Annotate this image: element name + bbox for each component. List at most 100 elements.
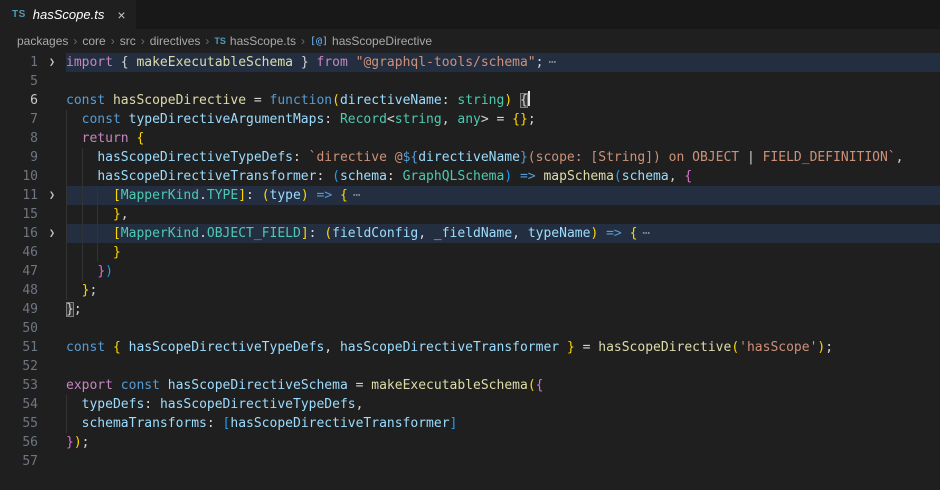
code-line: 5 <box>0 72 940 91</box>
line-number[interactable]: 10 <box>0 167 38 186</box>
symbol-variable-icon: [@] <box>310 36 328 47</box>
line-number[interactable]: 1 <box>0 53 38 72</box>
code-line: 1❯import { makeExecutableSchema } from "… <box>0 53 940 72</box>
line-number[interactable]: 50 <box>0 319 38 338</box>
code-line-content[interactable]: } <box>66 243 940 262</box>
code-token: } <box>113 245 121 260</box>
line-number[interactable]: 15 <box>0 205 38 224</box>
breadcrumb-item-src[interactable]: src <box>120 34 136 48</box>
code-line-content[interactable] <box>66 357 940 376</box>
code-token: ) <box>105 264 113 279</box>
code-token: ( <box>332 93 340 108</box>
code-token: (scope: [String]) on OBJECT <box>528 150 747 165</box>
code-line-content[interactable]: [MapperKind.TYPE]: (type) => {⋯ <box>66 186 940 205</box>
gutter-spacer <box>38 433 66 452</box>
breadcrumb-label: hasScopeDirective <box>332 34 432 48</box>
code-line-content[interactable]: }) <box>66 262 940 281</box>
line-number[interactable]: 57 <box>0 452 38 471</box>
breadcrumb-item-directives[interactable]: directives <box>150 34 201 48</box>
code-token: ; <box>536 55 544 70</box>
code-line-content[interactable]: }); <box>66 433 940 452</box>
code-token: , <box>896 150 904 165</box>
code-line: 6 const hasScopeDirective = function(dire… <box>0 91 940 110</box>
line-number[interactable]: 46 <box>0 243 38 262</box>
code-line-content[interactable] <box>66 319 940 338</box>
fold-chevron-icon[interactable]: ❯ <box>38 224 66 243</box>
breadcrumb-item-hasscopedirective[interactable]: [@] hasScopeDirective <box>310 34 432 48</box>
breadcrumb-item-packages[interactable]: packages <box>17 34 68 48</box>
code-line-content[interactable]: }; <box>66 281 940 300</box>
line-number[interactable]: 55 <box>0 414 38 433</box>
code-line: 50 <box>0 319 940 338</box>
code-token: hasScopeDirectiveTransformer <box>340 340 559 355</box>
breadcrumb-item-hasscope-ts[interactable]: TShasScope.ts <box>214 34 296 48</box>
code-line-content[interactable] <box>66 72 940 91</box>
code-token: schema <box>340 169 387 184</box>
code-line-content[interactable]: }, <box>66 205 940 224</box>
fold-chevron-icon[interactable]: ❯ <box>38 186 66 205</box>
indent-guide <box>97 186 98 205</box>
code-line-content[interactable]: const hasScopeDirective = function(direc… <box>66 91 940 110</box>
line-number[interactable]: 53 <box>0 376 38 395</box>
code-line-content[interactable] <box>66 452 940 471</box>
code-line-content[interactable]: schemaTransforms: [hasScopeDirectiveTran… <box>66 414 940 433</box>
tab-close-icon[interactable]: × <box>117 8 125 22</box>
line-number[interactable]: 8 <box>0 129 38 148</box>
code-line-content[interactable]: const { hasScopeDirectiveTypeDefs, hasSc… <box>66 338 940 357</box>
code-token: 'hasScope' <box>739 340 817 355</box>
code-token: ( <box>324 226 332 241</box>
code-token: ; <box>528 112 536 127</box>
indent-guide <box>66 205 67 224</box>
line-number[interactable]: 51 <box>0 338 38 357</box>
folded-code-ellipsis[interactable]: ⋯ <box>548 55 556 70</box>
code-line: 8 return { <box>0 129 940 148</box>
code-line-content[interactable]: }; <box>66 300 940 319</box>
line-number[interactable]: 9 <box>0 148 38 167</box>
line-number[interactable]: 56 <box>0 433 38 452</box>
line-number[interactable]: 49 <box>0 300 38 319</box>
code-token: directiveName <box>418 150 520 165</box>
indent-guide <box>66 224 67 243</box>
code-line-content[interactable]: typeDefs: hasScopeDirectiveTypeDefs, <box>66 395 940 414</box>
line-number[interactable]: 54 <box>0 395 38 414</box>
code-token <box>66 131 82 146</box>
code-line-content[interactable]: hasScopeDirectiveTransformer: (schema: G… <box>66 167 940 186</box>
indent-guide <box>82 186 83 205</box>
code-token: function <box>270 93 333 108</box>
code-token: { <box>136 131 144 146</box>
folded-code-ellipsis[interactable]: ⋯ <box>642 226 650 241</box>
breadcrumb-item-core[interactable]: core <box>82 34 105 48</box>
code-line-content[interactable]: export const hasScopeDirectiveSchema = m… <box>66 376 940 395</box>
code-line-content[interactable]: const typeDirectiveArgumentMaps: Record<… <box>66 110 940 129</box>
code-token: ] <box>301 226 309 241</box>
indent-guide <box>82 167 83 186</box>
vscode-window: TS hasScope.ts × packages›core›src›direc… <box>0 0 940 490</box>
text-cursor <box>528 91 530 106</box>
tab-hasscope-ts[interactable]: TS hasScope.ts × <box>0 0 136 29</box>
line-number[interactable]: 7 <box>0 110 38 129</box>
line-number[interactable]: 6 <box>0 91 38 110</box>
line-number[interactable]: 47 <box>0 262 38 281</box>
code-token: } <box>97 264 105 279</box>
code-line-content[interactable]: return { <box>66 129 940 148</box>
typescript-file-icon: TS <box>214 36 226 46</box>
code-token: {} <box>512 112 528 127</box>
code-line-content[interactable]: hasScopeDirectiveTypeDefs: `directive @$… <box>66 148 940 167</box>
code-token: } <box>520 150 528 165</box>
code-token: hasScopeDirectiveTypeDefs <box>97 150 293 165</box>
line-number[interactable]: 5 <box>0 72 38 91</box>
line-number[interactable]: 16 <box>0 224 38 243</box>
line-number[interactable]: 52 <box>0 357 38 376</box>
gutter-spacer <box>38 338 66 357</box>
code-line-content[interactable]: [MapperKind.OBJECT_FIELD]: (fieldConfig,… <box>66 224 940 243</box>
code-token: < <box>387 112 395 127</box>
gutter-spacer <box>38 395 66 414</box>
line-number[interactable]: 48 <box>0 281 38 300</box>
folded-code-ellipsis[interactable]: ⋯ <box>353 188 361 203</box>
gutter-spacer <box>38 91 66 110</box>
code-line-content[interactable]: import { makeExecutableSchema } from "@g… <box>66 53 940 72</box>
code-token: ] <box>238 188 246 203</box>
line-number[interactable]: 11 <box>0 186 38 205</box>
fold-chevron-icon[interactable]: ❯ <box>38 53 66 72</box>
code-editor[interactable]: 1❯import { makeExecutableSchema } from "… <box>0 52 940 490</box>
